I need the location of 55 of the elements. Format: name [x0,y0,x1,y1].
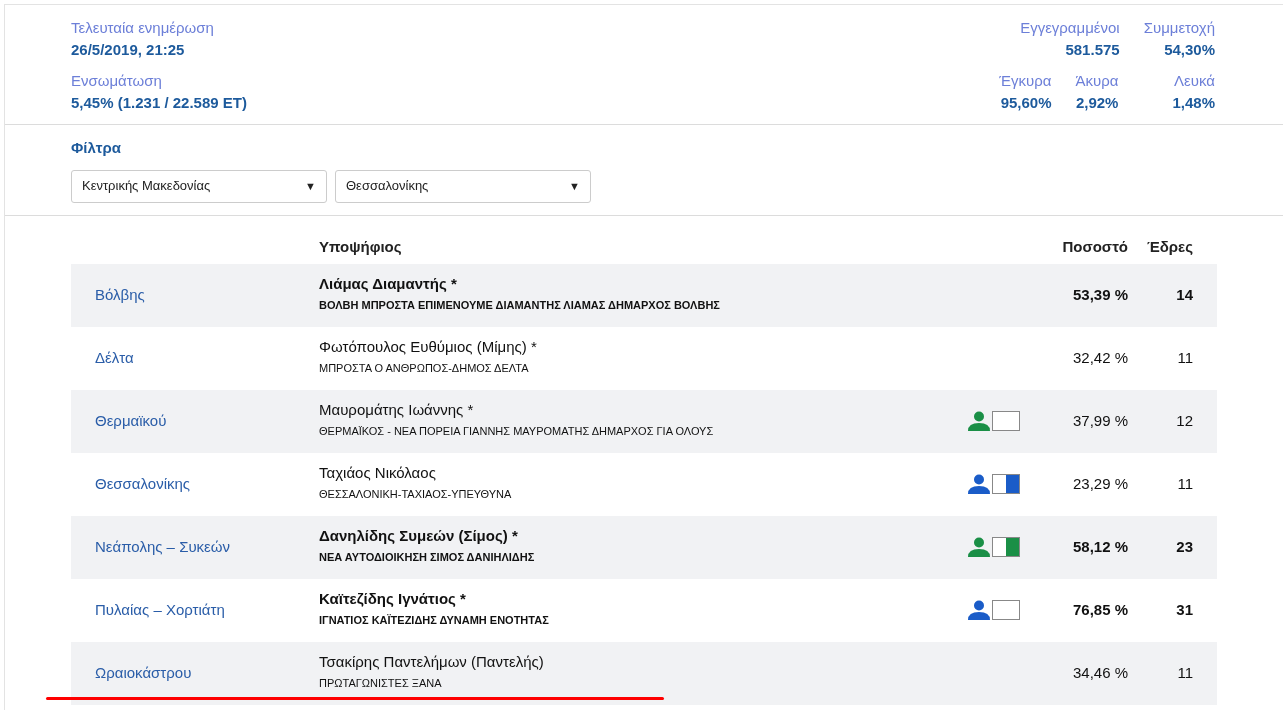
candidate-name: Λιάμας Διαμαντής * [319,273,458,294]
party-name: ΠΡΩΤΑΓΩΝΙΣΤΕΣ ΞΑΝΑ [319,676,443,691]
dropdown[interactable]: Θεσσαλονίκης ▼ [335,169,591,203]
stat-value: 95,60% [1000,93,1052,113]
municipality-link[interactable]: Βόλβης [95,286,145,303]
seats: 31 [1128,598,1193,622]
percentage: 34,46 % [1071,662,1128,683]
stat-label: Άκυρα [1075,71,1119,91]
municipality-link[interactable]: Θερμαϊκού [95,412,167,429]
candidate-name: Μαυρομάτης Ιωάννης * [319,399,475,420]
stat-label: Εγγεγραμμένοι [1020,18,1120,38]
seats: 14 [1128,283,1193,307]
municipality-link[interactable]: Ωραιοκάστρου [95,664,192,681]
party-name: ΘΕΡΜΑΪΚΟΣ - ΝΕΑ ΠΟΡΕΙΑ ΓΙΑΝΝΗΣ ΜΑΥΡΟΜΑΤΗΣ ΔΗΜΑΡΧΟΣ ΓΙΑ ΟΛΟΥΣ [319,424,715,439]
candidate-name: Καϊτεζίδης Ιγνάτιος * [319,588,467,609]
seats: 11 [1128,346,1193,370]
stat-value: 581.575 [1065,40,1120,60]
candidate-name: Τσακίρης Παντελήμων (Παντελής) [319,651,545,672]
seats: 11 [1128,661,1193,685]
percentage: 23,29 % [1071,473,1128,494]
candidate-name: Δανηλίδης Συμεών (Σίμος) * [319,525,519,546]
stat-label: Λευκά [1174,71,1215,91]
municipality-link[interactable]: Δέλτα [95,349,134,366]
percentage: 53,39 % [1071,284,1128,305]
party-name: ΝΕΑ ΑΥΤΟΔΙΟΙΚΗΣΗ ΣΙΜΟΣ ΔΑΝΙΗΛΙΔΗΣ [319,550,536,565]
column-header: Έδρες [1145,237,1193,258]
municipality-link[interactable]: Θεσσαλονίκης [95,475,191,492]
column-header: Υποψήφιος [319,237,403,258]
stat-label: Τελευταία ενημέρωση [71,18,215,38]
party-name: ΜΠΡΟΣΤΑ Ο ΑΝΘΡΩΠΟΣ-ΔΗΜΟΣ ΔΕΛΤΑ [319,361,530,376]
candidate-name: Φωτόπουλος Ευθύμιος (Μίμης) * [319,336,538,357]
filters-heading: Φίλτρα [71,138,123,158]
percentage: 58,12 % [1071,536,1128,557]
column-header: Ποσοστό [1061,237,1128,258]
stat-value: 2,92% [1075,93,1119,113]
party-name: ΒΟΛΒΗ ΜΠΡΟΣΤΑ ΕΠΙΜΕΝΟΥΜΕ ΔΙΑΜΑΝΤΗΣ ΛΙΑΜΑΣ ΔΗΜΑΡΧΟΣ ΒΟΛΒΗΣ [319,298,721,313]
percentage: 32,42 % [1071,347,1128,368]
percentage: 37,99 % [1071,410,1128,431]
stat-value: 5,45% (1.231 / 22.589 ΕΤ) [71,93,247,113]
stat-label: Ενσωμάτωση [71,71,163,91]
municipality-link[interactable]: Νεάπολης – Συκεών [95,538,230,555]
dropdown[interactable]: Κεντρικής Μακεδονίας ▼ [71,169,327,203]
stat-value: 1,48% [1172,93,1215,113]
seats: 23 [1128,535,1193,559]
stat-value: 54,30% [1164,40,1215,60]
stat-value: 26/5/2019, 21:25 [71,40,186,60]
party-name: ΘΕΣΣΑΛΟΝΙΚΗ-ΤΑΧΙΑΟΣ-ΥΠΕΥΘΥΝΑ [319,487,513,502]
municipality-link[interactable]: Πυλαίας – Χορτιάτη [95,601,225,618]
seats: 11 [1128,472,1193,496]
party-name: ΙΓΝΑΤΙΟΣ ΚΑΪΤΕΖΙΔΗΣ ΔΥΝΑΜΗ ΕΝΟΤΗΤΑΣ [319,613,550,628]
stat-label: Συμμετοχή [1143,18,1215,38]
percentage: 76,85 % [1071,599,1128,620]
stat-label: Έγκυρα [999,71,1052,91]
seats: 12 [1128,409,1193,433]
candidate-name: Ταχιάος Νικόλαος [319,462,437,483]
